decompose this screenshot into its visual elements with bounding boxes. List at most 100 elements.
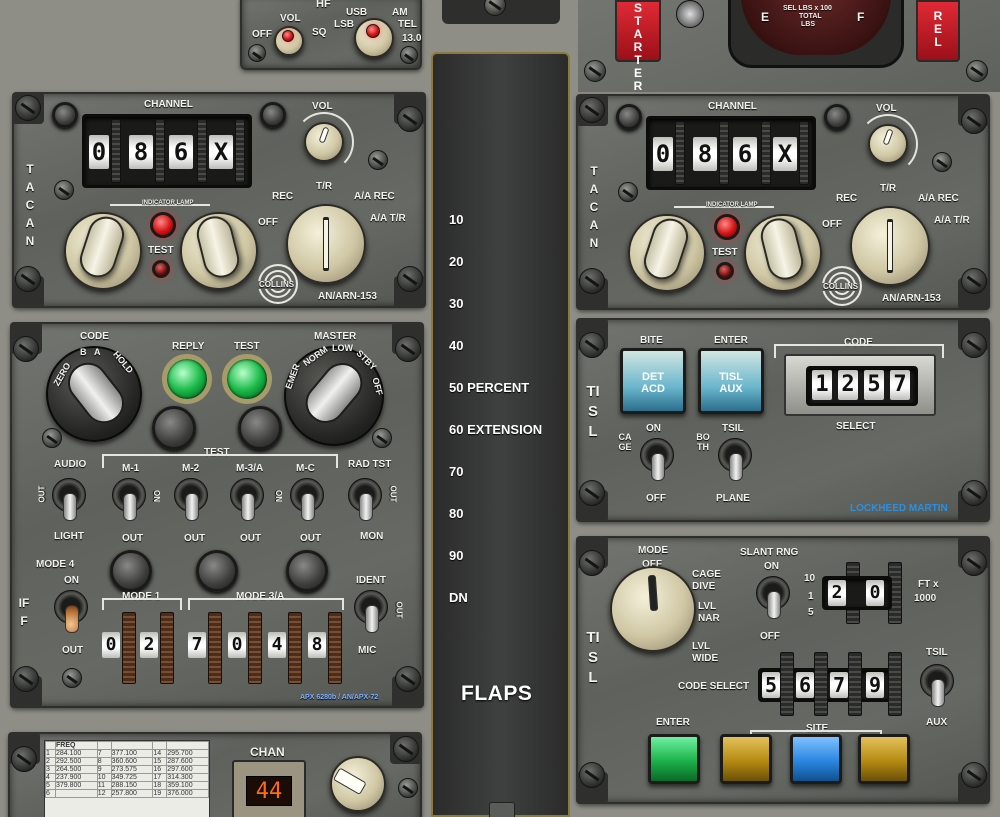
code-wheel[interactable] bbox=[848, 652, 862, 716]
tacan-channel-left-button[interactable] bbox=[52, 102, 78, 128]
tisl-aux-button[interactable]: TISL AUX bbox=[698, 348, 764, 414]
channel-wheel[interactable] bbox=[111, 119, 121, 183]
screw-icon bbox=[579, 762, 605, 788]
screw-icon bbox=[13, 666, 39, 692]
screw-icon bbox=[961, 550, 987, 576]
iff-mode1-push-button[interactable] bbox=[110, 550, 152, 592]
table-row: 3 264.500 9 273.575 16 297.600 bbox=[45, 765, 209, 774]
screw-icon bbox=[42, 428, 62, 448]
starter-button[interactable]: STARTER bbox=[615, 0, 661, 93]
iff-ident-toggle[interactable] bbox=[354, 590, 388, 633]
iff-test-label: TEST bbox=[234, 341, 260, 352]
iff-m1-out-label: OUT bbox=[122, 533, 144, 544]
lockheed-martin-brand: LOCKHEED MARTIN bbox=[850, 503, 948, 514]
tisl-cage-toggle[interactable] bbox=[640, 438, 674, 481]
channel-digit: 8 bbox=[693, 137, 717, 171]
code-wheel[interactable] bbox=[780, 652, 794, 716]
mode1-digit: 2 bbox=[140, 632, 158, 658]
iff-mode3a-push-button-2[interactable] bbox=[286, 550, 328, 592]
code-wheel[interactable] bbox=[814, 652, 828, 716]
chan-display: 44 bbox=[246, 776, 292, 806]
mode3a-wheel[interactable] bbox=[288, 612, 302, 684]
iff-mode3a-display: 7 0 4 8 bbox=[188, 612, 348, 684]
mode1-wheel[interactable] bbox=[160, 612, 174, 684]
tacan-test-button[interactable] bbox=[152, 260, 170, 278]
tacan-mode-knob[interactable] bbox=[286, 204, 366, 284]
iff-test-lamp bbox=[222, 354, 272, 404]
hf-vol-label: VOL bbox=[280, 13, 301, 24]
tisl-det-acd-button[interactable]: DET ACD bbox=[620, 348, 686, 414]
channel-wheel[interactable] bbox=[675, 121, 685, 185]
tacan-vol-knob[interactable] bbox=[304, 122, 344, 162]
channel-wheel[interactable] bbox=[799, 121, 809, 185]
iff-test-push-button[interactable] bbox=[238, 406, 282, 450]
tacan-channel-left-button[interactable] bbox=[616, 104, 642, 130]
tisl-tsil-toggle[interactable] bbox=[718, 438, 752, 481]
tisl-cage-label: CAGE bbox=[618, 432, 632, 452]
tacan-channel-right-button[interactable] bbox=[260, 102, 286, 128]
tisl2-site-button-2[interactable] bbox=[790, 734, 842, 784]
iff-m1-toggle[interactable] bbox=[112, 478, 146, 521]
tacan-test-button[interactable] bbox=[716, 262, 734, 280]
screw-icon bbox=[15, 95, 41, 121]
rel-button[interactable]: REL bbox=[916, 0, 960, 62]
iff-mc-toggle[interactable] bbox=[290, 478, 324, 521]
tisl2-lvl-wide-1: LVL bbox=[692, 641, 711, 652]
knob-pointer-icon bbox=[318, 126, 330, 144]
chan-select-knob[interactable] bbox=[330, 756, 386, 812]
mode3a-wheel[interactable] bbox=[248, 612, 262, 684]
mode1-wheel[interactable] bbox=[122, 612, 136, 684]
hf-mode-indicator-icon bbox=[366, 24, 380, 38]
tisl2-aux-label: AUX bbox=[926, 717, 948, 728]
code-wheel[interactable] bbox=[888, 652, 902, 716]
tisl2-slant-toggle[interactable] bbox=[756, 576, 790, 619]
fuel-toggle-switch[interactable] bbox=[676, 0, 704, 28]
screw-icon bbox=[961, 332, 987, 358]
tacan-channel-right-button[interactable] bbox=[824, 104, 850, 130]
tacan-side-label: TACAN bbox=[25, 162, 35, 248]
knob-pointer-icon bbox=[882, 128, 894, 146]
channel-wheel[interactable] bbox=[719, 121, 729, 185]
tisl2-range-display: 2 0 bbox=[822, 562, 914, 624]
table-row: 2 292.500 8 360.600 15 287.600 bbox=[45, 757, 209, 766]
screw-icon bbox=[579, 550, 605, 576]
flaps-mark: 90 bbox=[449, 548, 464, 563]
screw-icon bbox=[961, 762, 987, 788]
tisl2-enter-button[interactable] bbox=[648, 734, 700, 784]
hf-off-label: OFF bbox=[252, 29, 272, 40]
iff-reply-push-button[interactable] bbox=[152, 406, 196, 450]
tisl2-tsil-toggle[interactable] bbox=[920, 664, 954, 707]
channel-wheel[interactable] bbox=[155, 119, 165, 183]
flaps-handle[interactable] bbox=[489, 802, 515, 817]
tisl2-mode-knob[interactable] bbox=[610, 566, 696, 652]
tacan-test-label: TEST bbox=[712, 247, 738, 258]
tacan-mode-knob[interactable] bbox=[850, 206, 930, 286]
iff-code-label: CODE bbox=[80, 331, 109, 342]
tisl2-slant-rng-label: SLANT RNG bbox=[740, 547, 799, 558]
hf-vol-knob[interactable] bbox=[274, 26, 304, 56]
tisl2-site-button-3[interactable] bbox=[858, 734, 910, 784]
code-digit: 9 bbox=[866, 672, 884, 698]
mode3a-wheel[interactable] bbox=[328, 612, 342, 684]
iff-audio-toggle[interactable] bbox=[52, 478, 86, 521]
channel-wheel[interactable] bbox=[761, 121, 771, 185]
iff-mode3a-push-button[interactable] bbox=[196, 550, 238, 592]
rel-label: REL bbox=[933, 9, 943, 49]
tisl2-site-button-1[interactable] bbox=[720, 734, 772, 784]
tacan-channel-display: 0 8 6 X bbox=[646, 116, 816, 190]
iff-m2-toggle[interactable] bbox=[174, 478, 208, 521]
mode3a-wheel[interactable] bbox=[208, 612, 222, 684]
tacan-vol-knob[interactable] bbox=[868, 124, 908, 164]
channel-wheel[interactable] bbox=[235, 119, 245, 183]
screw-icon bbox=[372, 428, 392, 448]
knob-bar-icon bbox=[887, 218, 893, 274]
starter-label: STARTER bbox=[633, 1, 643, 93]
freq-header: FREQ bbox=[55, 741, 98, 750]
hf-mode-knob[interactable] bbox=[354, 18, 394, 58]
iff-rad-tst-toggle[interactable] bbox=[348, 478, 382, 521]
mode3a-bracket bbox=[188, 598, 344, 610]
iff-m3a-toggle[interactable] bbox=[230, 478, 264, 521]
tisl-panel-2: TISL MODE OFF CAGE DIVE LVL NAR LVL WIDE… bbox=[576, 536, 990, 804]
channel-wheel[interactable] bbox=[197, 119, 207, 183]
iff-mode4-toggle[interactable] bbox=[54, 590, 88, 633]
